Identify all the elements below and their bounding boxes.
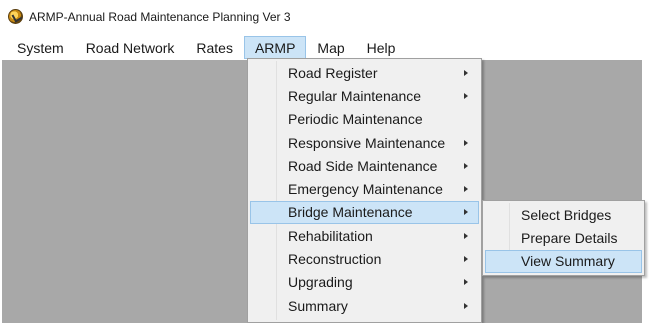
- submenu-arrow-icon: [464, 232, 468, 239]
- submenu-arrow-icon: [464, 92, 468, 99]
- menu-item-label: Responsive Maintenance: [288, 134, 446, 151]
- menu-help[interactable]: Help: [356, 36, 407, 59]
- menu-item-label: Prepare Details: [521, 229, 618, 246]
- title-bar: ARMP-Annual Road Maintenance Planning Ve…: [0, 0, 649, 33]
- menu-item-responsive-maintenance[interactable]: Responsive Maintenance: [250, 131, 479, 154]
- app-window: ARMP-Annual Road Maintenance Planning Ve…: [0, 0, 649, 323]
- menu-item-emergency-maintenance[interactable]: Emergency Maintenance: [250, 177, 479, 200]
- menu-item-label: Regular Maintenance: [288, 87, 422, 104]
- submenu-arrow-icon: [464, 256, 468, 263]
- submenu-arrow-icon: [464, 302, 468, 309]
- menu-armp[interactable]: ARMP: [243, 36, 307, 59]
- menu-item-label: Bridge Maintenance: [288, 204, 413, 221]
- menu-item-rehabilitation[interactable]: Rehabilitation: [250, 224, 479, 247]
- menu-item-periodic-maintenance[interactable]: Periodic Maintenance: [250, 108, 479, 131]
- menu-item-label: Emergency Maintenance: [288, 181, 443, 198]
- menu-item-label: Periodic Maintenance: [288, 111, 423, 128]
- menu-item-bridge-maintenance[interactable]: Bridge Maintenance: [250, 200, 479, 225]
- menu-item-label: Road Side Maintenance: [288, 157, 438, 174]
- app-icon: [8, 9, 23, 24]
- menu-item-label: Reconstruction: [288, 251, 382, 268]
- menu-item-reconstruction[interactable]: Reconstruction: [250, 247, 479, 270]
- menu-rates[interactable]: Rates: [185, 36, 244, 59]
- submenu-item-view-summary[interactable]: View Summary: [485, 249, 642, 273]
- menu-road-network[interactable]: Road Network: [75, 36, 186, 59]
- menu-item-label: Upgrading: [288, 274, 353, 291]
- menu-item-label: Select Bridges: [521, 206, 612, 223]
- submenu-arrow-icon: [464, 279, 468, 286]
- menu-item-label: View Summary: [521, 253, 615, 270]
- submenu-arrow-icon: [464, 162, 468, 169]
- submenu-item-prepare-details[interactable]: Prepare Details: [485, 226, 642, 249]
- submenu-arrow-icon: [464, 139, 468, 146]
- menu-item-regular-maintenance[interactable]: Regular Maintenance: [250, 84, 479, 107]
- submenu-arrow-icon: [464, 186, 468, 193]
- menu-item-road-register[interactable]: Road Register: [250, 61, 479, 84]
- menu-item-label: Summary: [288, 297, 348, 314]
- menu-item-road-side-maintenance[interactable]: Road Side Maintenance: [250, 154, 479, 177]
- menu-item-label: Rehabilitation: [288, 227, 373, 244]
- window-title: ARMP-Annual Road Maintenance Planning Ve…: [29, 9, 291, 24]
- armp-dropdown-menu: Road Register Regular Maintenance Period…: [247, 58, 482, 323]
- menu-item-label: Road Register: [288, 64, 378, 81]
- menu-item-summary[interactable]: Summary: [250, 294, 479, 317]
- submenu-item-select-bridges[interactable]: Select Bridges: [485, 203, 642, 226]
- menu-item-upgrading[interactable]: Upgrading: [250, 271, 479, 294]
- submenu-arrow-icon: [464, 209, 468, 216]
- menu-map[interactable]: Map: [306, 36, 355, 59]
- menu-bar: System Road Network Rates ARMP Map Help: [0, 36, 649, 59]
- bridge-maintenance-submenu: Select Bridges Prepare Details View Summ…: [482, 200, 645, 276]
- menu-system[interactable]: System: [6, 36, 75, 59]
- submenu-arrow-icon: [464, 69, 468, 76]
